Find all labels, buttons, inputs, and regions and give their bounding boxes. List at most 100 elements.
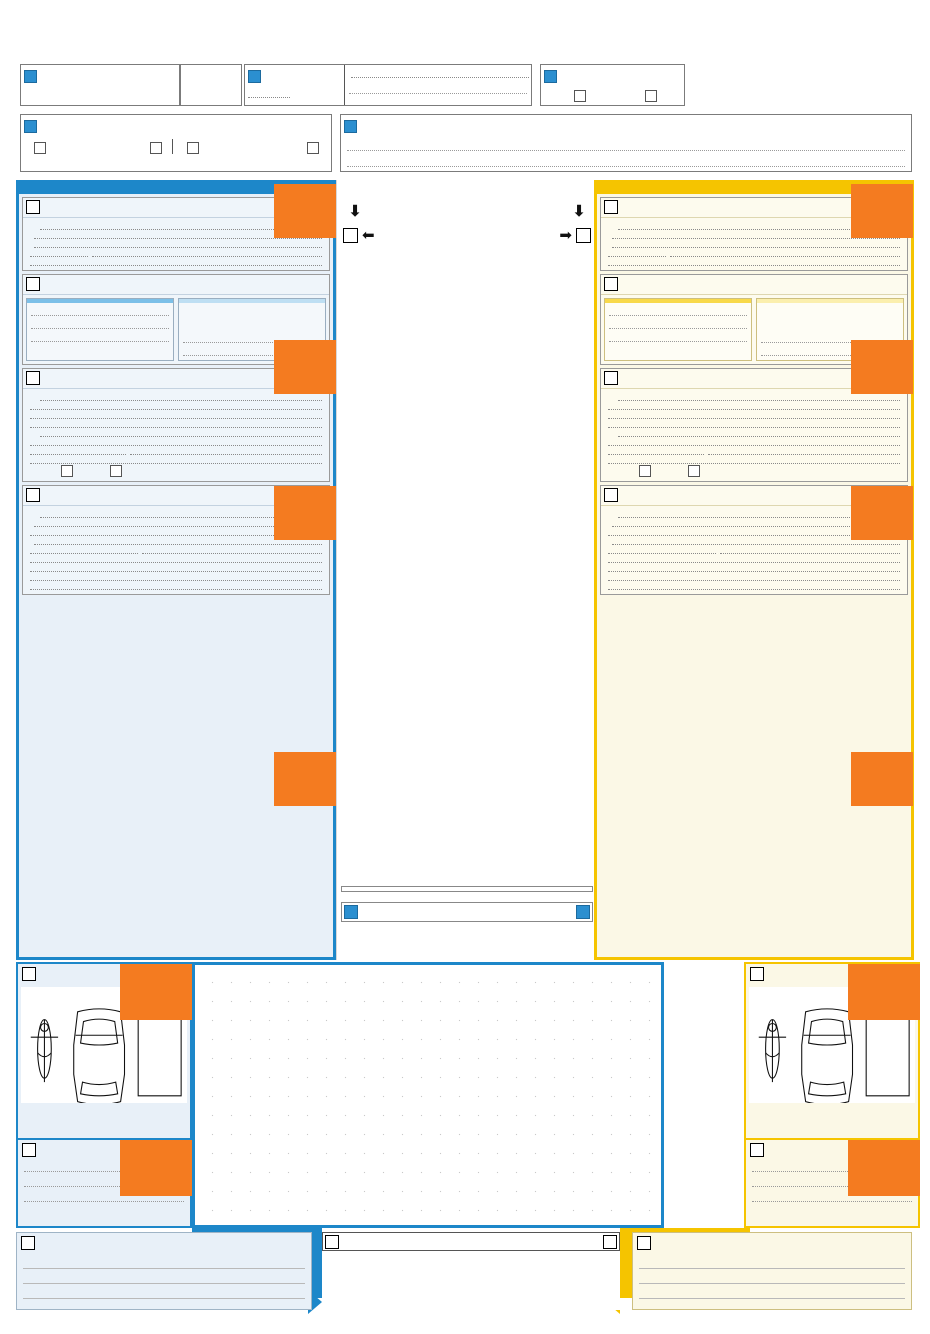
input-date-accident[interactable] [21,86,179,104]
input-agence-b[interactable] [608,419,900,428]
input-agence-a[interactable] [30,419,322,428]
input-preneur-cp-a[interactable] [30,248,88,257]
input-cond-pays-b[interactable] [720,545,900,554]
field-temoins-box [340,114,912,172]
input-pays-localisation[interactable] [248,90,290,98]
input-agence-tel-a[interactable] [30,455,322,464]
input-observations-a[interactable] [17,1250,311,1299]
section-number-2 [248,70,261,84]
section-number-8-a [26,371,40,385]
input-immat-a[interactable] [31,319,169,329]
input-temoins-line1[interactable] [347,141,905,151]
section-number-7-b [604,277,618,291]
input-preneur-adresse-b[interactable] [612,239,900,248]
input-agence-tel-b[interactable] [608,455,900,464]
input-pays-immat-a[interactable] [31,332,169,342]
checkbox-assures-oui-b[interactable] [688,465,700,477]
input-carte-verte-b[interactable] [608,410,900,419]
section-number-5 [344,120,357,134]
section-15-signatures [322,1232,620,1310]
input-lieu-line1[interactable] [351,69,529,78]
input-agence-adresse-a[interactable] [30,437,322,446]
input-preneur-tel-b[interactable] [608,257,900,266]
section-number-10-b [750,967,764,981]
input-lieu-line2[interactable] [349,84,527,94]
section-number-11-a [22,1143,36,1157]
section-number-13-left [344,905,358,919]
input-agence-adresse-b[interactable] [608,437,900,446]
checkbox-assures-non-a[interactable] [61,465,73,477]
orange-tab-10-b [848,964,920,1020]
section-number-15-right [603,1234,617,1249]
field-localisation-box [244,64,532,106]
section-number-1 [24,70,37,84]
constat-form-page: ⬇ ⬇ ⬅ ➡ [0,0,930,1334]
checkbox-degats-objets-non[interactable] [187,142,199,154]
checkbox-assures-oui-a[interactable] [110,465,122,477]
section-number-15-left [325,1234,339,1249]
input-cond-tel-a[interactable] [30,554,322,563]
checkbox-blesses-non[interactable] [573,90,586,103]
arrow-down-b-icon: ⬇ [572,203,586,220]
section-number-10-a [22,967,36,981]
input-observations-b[interactable] [633,1250,911,1299]
section-number-9-b [604,488,618,502]
section-number-11-b [750,1143,764,1157]
checkbox-assures-non-b[interactable] [639,465,651,477]
input-agence-nom-a[interactable] [40,428,322,437]
input-cond-valable-b[interactable] [608,581,900,590]
checkbox-degats-vehicules-oui[interactable] [150,142,162,154]
input-cond-permis-a[interactable] [30,563,322,572]
input-preneur-tel-a[interactable] [30,257,322,266]
orange-tab-8-a [274,486,336,540]
input-contrat-b[interactable] [608,401,900,410]
checkbox-blesses-oui[interactable] [645,90,658,103]
input-cond-adresse2-b[interactable] [608,545,716,554]
input-marque-a[interactable] [31,306,169,316]
orange-tab-11-a [120,1140,192,1196]
section-7-a-title [23,275,329,295]
arrow-down-a-icon: ⬇ [348,203,362,220]
orange-tab-9-b [851,752,913,806]
orange-tab-6-b [851,184,913,238]
section-number-9-a [26,488,40,502]
section-number-3 [544,70,557,84]
input-preneur-adresse-a[interactable] [34,239,322,248]
input-cond-categorie-b[interactable] [608,572,900,581]
input-agence-nom-b[interactable] [618,428,900,437]
input-marque-b[interactable] [609,306,747,316]
input-agence-pays-b[interactable] [708,446,900,455]
vehicle-b-panel [594,180,914,960]
input-pays-immat-b[interactable] [609,332,747,342]
checkbox-count-b[interactable] [576,227,591,243]
checkbox-count-a[interactable] [343,227,358,243]
section-number-6-a [26,200,40,214]
input-cond-permis-b[interactable] [608,563,900,572]
circonstances-title [337,185,597,203]
input-cond-adresse2-a[interactable] [30,545,138,554]
field-degats-materiels-box [20,114,332,172]
sketch-drawing-area[interactable] [192,962,664,1228]
input-agence-adresse2-a[interactable] [30,446,126,455]
input-cond-pays-a[interactable] [142,545,322,554]
input-heure[interactable] [181,86,241,104]
input-immat-b[interactable] [609,319,747,329]
input-agence-adresse2-b[interactable] [608,446,704,455]
input-cond-tel-b[interactable] [608,554,900,563]
input-preneur-cp-b[interactable] [608,248,666,257]
section-number-14-b [637,1236,651,1250]
input-carte-verte-a[interactable] [30,410,322,419]
signature-area[interactable] [322,1251,620,1307]
input-preneur-pays-a[interactable] [92,248,322,257]
input-cond-valable-a[interactable] [30,581,322,590]
section-number-14-a [21,1236,35,1250]
checkbox-degats-vehicules-non[interactable] [34,142,46,154]
input-preneur-pays-b[interactable] [670,248,900,257]
input-temoins-line2[interactable] [347,157,905,167]
input-cond-categorie-a[interactable] [30,572,322,581]
orange-tab-11-b [848,1140,920,1196]
input-agence-pays-a[interactable] [130,446,322,455]
checkbox-degats-objets-oui[interactable] [307,142,319,154]
input-contrat-a[interactable] [30,401,322,410]
section-number-4 [24,120,37,134]
